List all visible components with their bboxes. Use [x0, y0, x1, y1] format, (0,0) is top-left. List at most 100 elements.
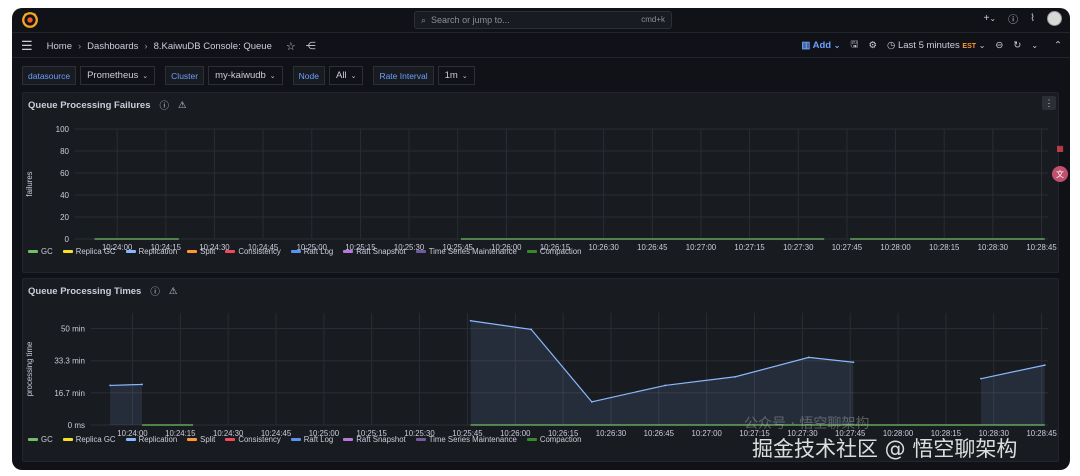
x-tick-label: 10:27:30 — [783, 243, 814, 252]
chevron-down-icon: ⌄ — [350, 72, 357, 80]
x-tick-label: 10:28:00 — [880, 243, 911, 252]
x-tick-label: 10:28:45 — [1026, 243, 1057, 252]
breadcrumb-separator-icon: › — [78, 40, 82, 52]
avatar[interactable] — [1047, 11, 1062, 26]
x-tick-label: 10:28:45 — [1026, 429, 1057, 438]
legend-item[interactable]: GC — [28, 435, 53, 444]
breadcrumb-home[interactable]: Home — [47, 41, 72, 52]
chevron-down-icon: ⌄ — [461, 72, 468, 80]
variable-select-node[interactable]: All ⌄ — [329, 66, 364, 85]
search-input[interactable]: ⌕ Search or jump to... cmd+k — [414, 11, 672, 29]
data-point — [852, 361, 855, 364]
page-title: 8.KaiwuDB Console: Queue — [153, 40, 272, 52]
star-icon[interactable]: ☆ — [286, 40, 296, 53]
collapse-icon[interactable]: ⌃ — [1054, 40, 1062, 51]
legend-item[interactable]: Compaction — [526, 435, 581, 444]
add-chart-icon: ▥ — [801, 39, 813, 51]
legend-swatch — [187, 438, 198, 441]
x-tick-label: 10:28:15 — [929, 243, 960, 252]
legend-item[interactable]: GC — [28, 247, 53, 256]
variable-label-datasource: datasource — [22, 66, 77, 85]
legend-item[interactable]: Compaction — [526, 247, 581, 256]
share-icon[interactable]: ⋲ — [306, 41, 316, 52]
legend-item[interactable]: Split — [187, 247, 215, 256]
legend-item[interactable]: Replication — [125, 435, 177, 444]
data-point — [807, 356, 810, 359]
rss-icon[interactable]: ⌇ — [1030, 13, 1035, 24]
series-area-replication — [470, 320, 854, 425]
dashboard-nav-bar: ☰ Home › Dashboards › 8.KaiwuDB Console:… — [12, 32, 1070, 58]
time-picker[interactable]: ◷ Last 5 minutes EST ⌄ — [887, 40, 985, 51]
data-point — [469, 319, 472, 322]
legend-label: Replica GC — [75, 435, 116, 444]
x-tick-label: 10:26:45 — [644, 429, 675, 438]
x-tick-label: 10:27:45 — [832, 243, 863, 252]
watermark-juejin: 掘金技术社区 @ 悟空聊架构 — [752, 437, 1018, 461]
legend-swatch — [125, 438, 136, 441]
new-menu-button[interactable]: +⌄ — [984, 13, 997, 24]
legend-swatch — [343, 250, 354, 253]
legend-item[interactable]: Raft Log — [290, 435, 333, 444]
y-tick-label: 40 — [60, 191, 69, 200]
legend-item[interactable]: Time Series Maintenance — [415, 247, 517, 256]
refresh-interval-chevron-icon[interactable]: ⌄ — [1031, 41, 1038, 50]
x-tick-label: 10:26:30 — [596, 429, 627, 438]
grafana-logo-icon[interactable] — [21, 11, 39, 29]
timezone-badge: EST — [962, 42, 977, 50]
legend-item[interactable]: Consistency — [225, 435, 281, 444]
legend-item[interactable]: Raft Snapshot — [343, 435, 406, 444]
help-icon[interactable]: ⓘ — [1008, 11, 1018, 26]
refresh-icon[interactable]: ↻ — [1013, 40, 1021, 51]
legend-swatch — [526, 438, 537, 441]
processing-times-chart: 50 min33.3 min16.7 min0 ms10:24:00 10:24:… — [25, 313, 1057, 438]
data-point — [141, 383, 143, 386]
variable-label-cluster: Cluster — [165, 66, 205, 85]
variable-select-datasource[interactable]: Prometheus ⌄ — [80, 66, 156, 85]
legend-item[interactable]: Split — [187, 435, 215, 444]
data-point — [980, 377, 982, 380]
breadcrumb-dashboards[interactable]: Dashboards — [87, 41, 138, 52]
legend-swatch — [125, 250, 136, 253]
legend-item[interactable]: Replication — [125, 247, 177, 256]
zoom-out-icon[interactable]: ⊖ — [995, 40, 1003, 51]
y-tick-label: 0 — [65, 235, 70, 244]
legend-item[interactable]: Time Series Maintenance — [415, 435, 517, 444]
legend-label: GC — [41, 247, 53, 256]
chevron-down-icon: ⌄ — [269, 72, 276, 80]
save-icon[interactable]: 🖫 — [850, 37, 858, 53]
data-point — [109, 384, 112, 387]
variable-select-cluster[interactable]: my-kaiwudb ⌄ — [208, 66, 283, 85]
breadcrumb-separator-icon: › — [144, 40, 148, 52]
add-button[interactable]: ▥ Add ⌄ — [801, 40, 840, 51]
watermark-wechat: 公众号 · 悟空聊架构 — [744, 416, 870, 432]
legend-swatch — [290, 250, 301, 253]
legend-swatch — [415, 250, 426, 253]
y-tick-label: 80 — [60, 147, 69, 156]
legend-label: Raft Snapshot — [356, 247, 406, 256]
variables-bar: datasource Prometheus ⌄ Cluster my-kaiwud… — [22, 66, 481, 85]
search-shortcut: cmd+k — [641, 15, 665, 24]
legend-item[interactable]: Replica GC — [62, 247, 116, 256]
clock-icon: ◷ — [887, 39, 898, 51]
legend-item[interactable]: Raft Snapshot — [343, 247, 406, 256]
top-bar: ⌕ Search or jump to... cmd+k +⌄ ⓘ ⌇ — [12, 8, 1070, 32]
failures-chart: 10080604020010:24:00 10:24:15 10:24:30 10:2… — [25, 125, 1057, 252]
data-point — [590, 400, 593, 403]
legend-item[interactable]: Raft Log — [290, 247, 333, 256]
legend-item[interactable]: Consistency — [225, 247, 281, 256]
y-axis-label: failures — [25, 171, 34, 196]
legend-swatch — [225, 250, 236, 253]
legend-swatch — [62, 438, 73, 441]
y-tick-label: 100 — [56, 125, 70, 134]
gear-icon[interactable]: ⚙ — [869, 40, 878, 51]
legend-swatch — [62, 250, 73, 253]
translate-icon[interactable]: 文 — [1052, 166, 1068, 182]
legend-label: Time Series Maintenance — [428, 435, 517, 444]
menu-icon[interactable]: ☰ — [21, 38, 33, 54]
app-grid-icon[interactable]: ▦ — [1052, 140, 1068, 156]
y-tick-label: 33.3 min — [54, 357, 85, 366]
legend-item[interactable]: Replica GC — [62, 435, 116, 444]
x-tick-label: 10:27:00 — [686, 243, 717, 252]
variable-select-rate-interval[interactable]: 1m ⌄ — [437, 66, 475, 85]
legend-swatch — [28, 438, 38, 441]
